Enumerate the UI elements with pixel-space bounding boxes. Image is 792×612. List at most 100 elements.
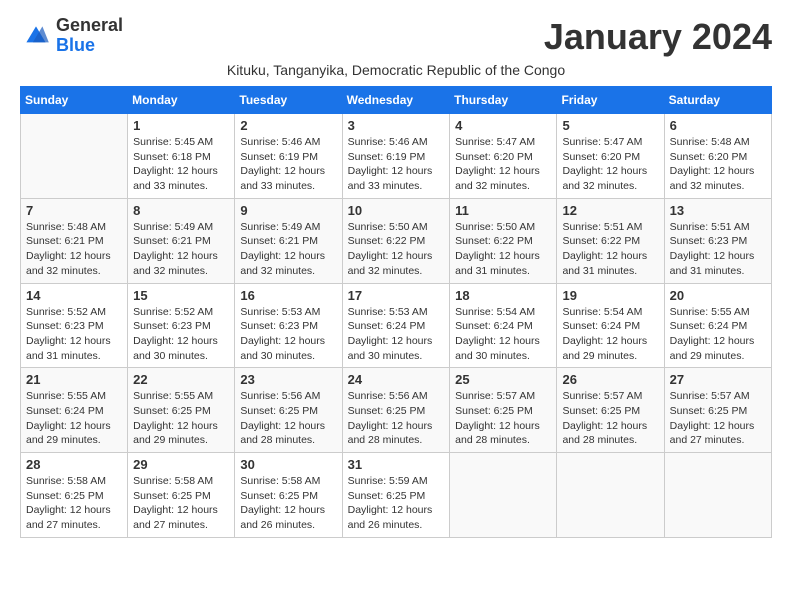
calendar-cell: 25 Sunrise: 5:57 AM Sunset: 6:25 PM Dayli… bbox=[450, 368, 557, 453]
day-number: 26 bbox=[562, 372, 658, 387]
day-number: 2 bbox=[240, 118, 336, 133]
day-info: Sunrise: 5:57 AM Sunset: 6:25 PM Dayligh… bbox=[455, 389, 551, 448]
day-number: 14 bbox=[26, 288, 122, 303]
day-info: Sunrise: 5:47 AM Sunset: 6:20 PM Dayligh… bbox=[455, 135, 551, 194]
calendar-header-monday: Monday bbox=[128, 87, 235, 114]
day-info: Sunrise: 5:51 AM Sunset: 6:23 PM Dayligh… bbox=[670, 220, 766, 279]
calendar-cell: 19 Sunrise: 5:54 AM Sunset: 6:24 PM Dayli… bbox=[557, 283, 664, 368]
day-number: 15 bbox=[133, 288, 229, 303]
calendar-cell bbox=[664, 453, 771, 538]
day-number: 9 bbox=[240, 203, 336, 218]
day-info: Sunrise: 5:46 AM Sunset: 6:19 PM Dayligh… bbox=[348, 135, 445, 194]
day-info: Sunrise: 5:47 AM Sunset: 6:20 PM Dayligh… bbox=[562, 135, 658, 194]
day-info: Sunrise: 5:57 AM Sunset: 6:25 PM Dayligh… bbox=[670, 389, 766, 448]
calendar-cell: 20 Sunrise: 5:55 AM Sunset: 6:24 PM Dayli… bbox=[664, 283, 771, 368]
calendar-cell: 31Sunrise: 5:59 AM Sunset: 6:25 PM Dayli… bbox=[342, 453, 450, 538]
day-number: 29 bbox=[133, 457, 229, 472]
day-info: Sunrise: 5:50 AM Sunset: 6:22 PM Dayligh… bbox=[455, 220, 551, 279]
day-info: Sunrise: 5:55 AM Sunset: 6:24 PM Dayligh… bbox=[670, 305, 766, 364]
calendar-header-tuesday: Tuesday bbox=[235, 87, 342, 114]
calendar-cell: 28Sunrise: 5:58 AM Sunset: 6:25 PM Dayli… bbox=[21, 453, 128, 538]
day-number: 20 bbox=[670, 288, 766, 303]
day-number: 21 bbox=[26, 372, 122, 387]
day-info: Sunrise: 5:56 AM Sunset: 6:25 PM Dayligh… bbox=[240, 389, 336, 448]
day-info: Sunrise: 5:49 AM Sunset: 6:21 PM Dayligh… bbox=[240, 220, 336, 279]
logo-icon bbox=[20, 20, 52, 52]
calendar-cell: 10 Sunrise: 5:50 AM Sunset: 6:22 PM Dayli… bbox=[342, 198, 450, 283]
calendar-cell: 15 Sunrise: 5:52 AM Sunset: 6:23 PM Dayli… bbox=[128, 283, 235, 368]
day-info: Sunrise: 5:46 AM Sunset: 6:19 PM Dayligh… bbox=[240, 135, 336, 194]
page-title: January 2024 bbox=[544, 16, 772, 58]
day-number: 5 bbox=[562, 118, 658, 133]
day-info: Sunrise: 5:45 AM Sunset: 6:18 PM Dayligh… bbox=[133, 135, 229, 194]
calendar-week-row: 28 Sunrise: 5:58 AM Sunset: 6:25 PM Dayli… bbox=[21, 453, 772, 538]
day-info: Sunrise: 5:48 AM Sunset: 6:20 PM Dayligh… bbox=[670, 135, 766, 194]
calendar-cell: 4Sunrise: 5:47 AM Sunset: 6:20 PM Daylig… bbox=[450, 114, 557, 199]
calendar-week-row: 14 Sunrise: 5:52 AM Sunset: 6:23 PM Dayli… bbox=[21, 283, 772, 368]
day-number: 6 bbox=[670, 118, 766, 133]
day-info: Sunrise: 5:55 AM Sunset: 6:24 PM Dayligh… bbox=[26, 389, 122, 448]
day-number: 25 bbox=[455, 372, 551, 387]
day-number: 11 bbox=[455, 203, 551, 218]
calendar-cell: 6 Sunrise: 5:48 AM Sunset: 6:20 PM Daylig… bbox=[664, 114, 771, 199]
calendar-cell: 16 Sunrise: 5:53 AM Sunset: 6:23 PM Dayli… bbox=[235, 283, 342, 368]
day-number: 19 bbox=[562, 288, 658, 303]
logo: General Blue bbox=[20, 16, 123, 56]
day-info: Sunrise: 5:57 AM Sunset: 6:25 PM Dayligh… bbox=[562, 389, 658, 448]
day-info: Sunrise: 5:48 AM Sunset: 6:21 PM Dayligh… bbox=[26, 220, 122, 279]
logo-blue: Blue bbox=[56, 35, 95, 55]
calendar-cell: 5 Sunrise: 5:47 AM Sunset: 6:20 PM Daylig… bbox=[557, 114, 664, 199]
day-number: 30 bbox=[240, 457, 336, 472]
calendar-header-saturday: Saturday bbox=[664, 87, 771, 114]
day-info: Sunrise: 5:51 AM Sunset: 6:22 PM Dayligh… bbox=[562, 220, 658, 279]
day-number: 18 bbox=[455, 288, 551, 303]
day-number: 27 bbox=[670, 372, 766, 387]
day-number: 23 bbox=[240, 372, 336, 387]
calendar-cell: 7 Sunrise: 5:48 AM Sunset: 6:21 PM Daylig… bbox=[21, 198, 128, 283]
day-info: Sunrise: 5:52 AM Sunset: 6:23 PM Dayligh… bbox=[133, 305, 229, 364]
day-number: 17 bbox=[348, 288, 445, 303]
day-number: 13 bbox=[670, 203, 766, 218]
calendar-cell: 18 Sunrise: 5:54 AM Sunset: 6:24 PM Dayli… bbox=[450, 283, 557, 368]
calendar-week-row: 1 Sunrise: 5:45 AM Sunset: 6:18 PM Daylig… bbox=[21, 114, 772, 199]
logo-general: General bbox=[56, 15, 123, 35]
day-info: Sunrise: 5:52 AM Sunset: 6:23 PM Dayligh… bbox=[26, 305, 122, 364]
calendar-header-thursday: Thursday bbox=[450, 87, 557, 114]
calendar-cell: 17Sunrise: 5:53 AM Sunset: 6:24 PM Dayli… bbox=[342, 283, 450, 368]
calendar-cell: 26 Sunrise: 5:57 AM Sunset: 6:25 PM Dayli… bbox=[557, 368, 664, 453]
day-number: 8 bbox=[133, 203, 229, 218]
day-number: 1 bbox=[133, 118, 229, 133]
header: General Blue January 2024 bbox=[20, 16, 772, 58]
calendar-cell: 2 Sunrise: 5:46 AM Sunset: 6:19 PM Daylig… bbox=[235, 114, 342, 199]
day-info: Sunrise: 5:50 AM Sunset: 6:22 PM Dayligh… bbox=[348, 220, 445, 279]
day-number: 7 bbox=[26, 203, 122, 218]
calendar-cell: 1 Sunrise: 5:45 AM Sunset: 6:18 PM Daylig… bbox=[128, 114, 235, 199]
day-number: 12 bbox=[562, 203, 658, 218]
calendar-cell: 13 Sunrise: 5:51 AM Sunset: 6:23 PM Dayli… bbox=[664, 198, 771, 283]
day-number: 3 bbox=[348, 118, 445, 133]
calendar-header-sunday: Sunday bbox=[21, 87, 128, 114]
day-number: 24 bbox=[348, 372, 445, 387]
day-number: 28 bbox=[26, 457, 122, 472]
day-info: Sunrise: 5:55 AM Sunset: 6:25 PM Dayligh… bbox=[133, 389, 229, 448]
day-number: 10 bbox=[348, 203, 445, 218]
calendar-cell: 12 Sunrise: 5:51 AM Sunset: 6:22 PM Dayli… bbox=[557, 198, 664, 283]
calendar-cell: 23 Sunrise: 5:56 AM Sunset: 6:25 PM Dayli… bbox=[235, 368, 342, 453]
day-info: Sunrise: 5:54 AM Sunset: 6:24 PM Dayligh… bbox=[562, 305, 658, 364]
calendar-cell: 9 Sunrise: 5:49 AM Sunset: 6:21 PM Daylig… bbox=[235, 198, 342, 283]
calendar-cell: 21 Sunrise: 5:55 AM Sunset: 6:24 PM Dayli… bbox=[21, 368, 128, 453]
day-number: 22 bbox=[133, 372, 229, 387]
calendar-cell bbox=[21, 114, 128, 199]
day-info: Sunrise: 5:58 AM Sunset: 6:25 PM Dayligh… bbox=[240, 474, 336, 533]
calendar-cell: 3 Sunrise: 5:46 AM Sunset: 6:19 PM Daylig… bbox=[342, 114, 450, 199]
day-number: 16 bbox=[240, 288, 336, 303]
day-info: Sunrise: 5:49 AM Sunset: 6:21 PM Dayligh… bbox=[133, 220, 229, 279]
calendar-header-friday: Friday bbox=[557, 87, 664, 114]
calendar-week-row: 21 Sunrise: 5:55 AM Sunset: 6:24 PM Dayli… bbox=[21, 368, 772, 453]
day-info: Sunrise: 5:54 AM Sunset: 6:24 PM Dayligh… bbox=[455, 305, 551, 364]
calendar-cell bbox=[557, 453, 664, 538]
calendar-cell: 29Sunrise: 5:58 AM Sunset: 6:25 PM Dayli… bbox=[128, 453, 235, 538]
calendar-week-row: 7 Sunrise: 5:48 AM Sunset: 6:21 PM Daylig… bbox=[21, 198, 772, 283]
day-info: Sunrise: 5:53 AM Sunset: 6:23 PM Dayligh… bbox=[240, 305, 336, 364]
calendar-cell: 24Sunrise: 5:56 AM Sunset: 6:25 PM Dayli… bbox=[342, 368, 450, 453]
